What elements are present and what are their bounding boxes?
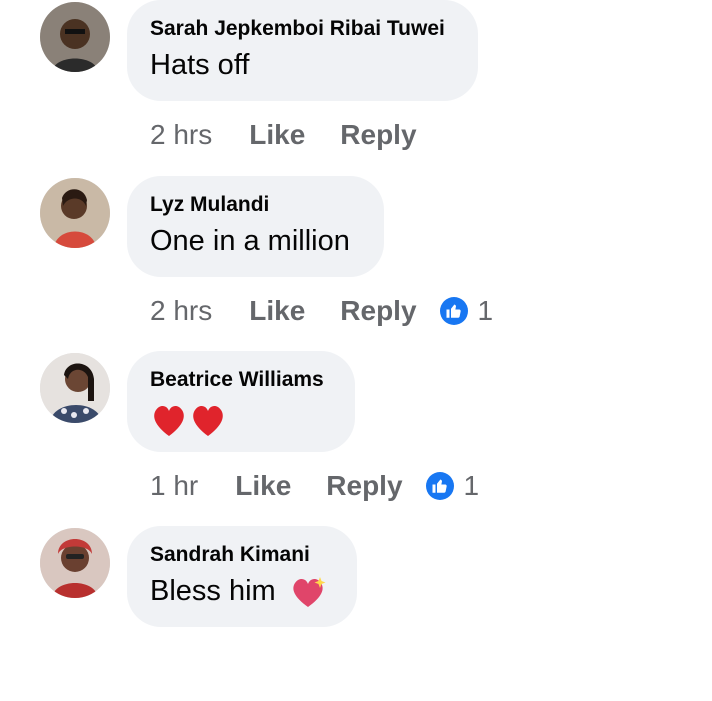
comment-item: Sarah Jepkemboi Ribai Tuwei Hats off 2 h…: [0, 0, 712, 175]
comment-actions: 1 hr Like Reply 1: [150, 466, 479, 506]
comment-actions: 2 hrs Like Reply 1: [150, 291, 493, 331]
comment-actions: 2 hrs Like Reply: [150, 115, 452, 155]
avatar[interactable]: [40, 353, 110, 423]
commenter-name[interactable]: Beatrice Williams: [150, 368, 324, 392]
sparkling-heart-icon: [293, 577, 326, 608]
reaction-count: 1: [463, 470, 480, 501]
comment-timestamp[interactable]: 2 hrs: [150, 295, 212, 327]
comment-timestamp[interactable]: 1 hr: [150, 470, 198, 502]
comment-item: Beatrice Williams 1 hr Like Reply 1: [0, 351, 712, 526]
comment-text: Bless him: [150, 575, 328, 609]
like-button[interactable]: Like: [249, 119, 305, 151]
comment-text: One in a million: [150, 225, 350, 257]
red-heart-icon: [154, 405, 223, 436]
comment-text-value: Bless him: [150, 575, 276, 607]
comment-item: Lyz Mulandi One in a million 2 hrs Like …: [0, 176, 712, 351]
like-button[interactable]: Like: [235, 470, 291, 502]
reply-button[interactable]: Reply: [326, 470, 402, 502]
like-button[interactable]: Like: [249, 295, 305, 327]
comment-bubble: Beatrice Williams: [127, 351, 355, 452]
avatar[interactable]: [40, 2, 110, 72]
reply-button[interactable]: Reply: [340, 295, 416, 327]
reaction-summary[interactable]: 1: [425, 470, 480, 502]
comment-text: [150, 400, 228, 440]
comment-text: Hats off: [150, 49, 250, 81]
comment-item: Sandrah Kimani Bless him: [0, 526, 712, 701]
commenter-name[interactable]: Sandrah Kimani: [150, 543, 310, 567]
thumbs-up-icon: [439, 297, 468, 325]
commenter-name[interactable]: Lyz Mulandi: [150, 193, 269, 217]
comment-timestamp[interactable]: 2 hrs: [150, 119, 212, 151]
comment-bubble: Lyz Mulandi One in a million: [127, 176, 384, 277]
reply-button[interactable]: Reply: [340, 119, 416, 151]
avatar[interactable]: [40, 178, 110, 248]
reaction-count: 1: [477, 295, 494, 326]
thumbs-up-icon: [425, 472, 454, 500]
reaction-summary[interactable]: 1: [439, 295, 494, 327]
comment-bubble: Sarah Jepkemboi Ribai Tuwei Hats off: [127, 0, 478, 101]
comment-bubble: Sandrah Kimani Bless him: [127, 526, 357, 627]
commenter-name[interactable]: Sarah Jepkemboi Ribai Tuwei: [150, 17, 445, 41]
avatar[interactable]: [40, 528, 110, 598]
